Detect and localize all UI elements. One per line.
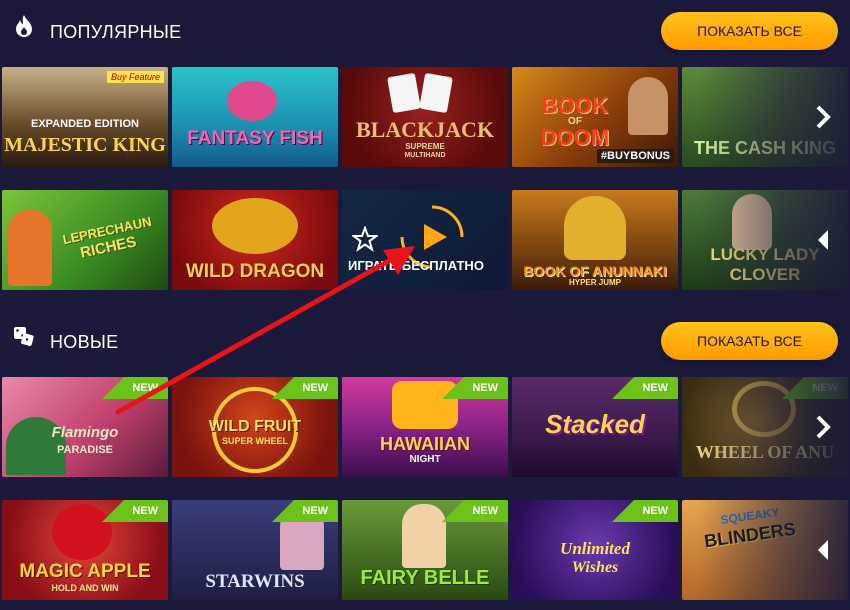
game-title-line: PARADISE [56, 444, 114, 456]
popular-title: ПОПУЛЯРНЫЕ [50, 22, 182, 42]
dice-icon [14, 327, 34, 346]
popular-row-1: Buy Feature EXPANDED EDITION MAJESTIC KI… [0, 67, 850, 170]
game-tile-cash-king[interactable]: THE CASH KING [682, 67, 848, 167]
game-tile-stacked[interactable]: Stacked NEW [512, 377, 678, 477]
game-title-line: SUPER WHEEL [221, 436, 288, 446]
game-title-line: Unlimited [560, 539, 630, 558]
idol-art [564, 196, 626, 260]
game-title-line: WILD FRUIT [208, 418, 302, 435]
octopus-art [227, 81, 277, 121]
game-title-line: WILD DRAGON [185, 261, 325, 282]
fairy-art [402, 504, 446, 568]
game-title-line: FANTASY FISH [187, 128, 323, 149]
new-section-header: НОВЫЕ ПОКАЗАТЬ ВСЕ [0, 310, 850, 370]
game-title-line: MAJESTIC KING [4, 134, 166, 156]
star-favorite-icon[interactable] [352, 226, 378, 252]
new-badge: NEW [272, 500, 338, 522]
game-tile-book-of-doom[interactable]: BOOK OF DOOM #BUYBONUS [512, 67, 678, 167]
character-art [628, 77, 668, 135]
scroll-right-arrow-icon[interactable] [814, 103, 832, 131]
game-tile-fantasy-fish[interactable]: FANTASY FISH [172, 67, 338, 167]
game-title-line: CLOVER [729, 265, 801, 284]
game-title-line: BLACKJACK [355, 117, 495, 142]
dragon-art [212, 198, 298, 254]
scroll-left-arrow-icon[interactable] [814, 226, 832, 254]
game-tile-starwins[interactable]: STARWINS NEW [172, 500, 338, 600]
game-title-line: Stacked [545, 409, 645, 439]
game-tile-magic-apple[interactable]: MAGIC APPLE HOLD AND WIN NEW [2, 500, 168, 600]
new-badge: NEW [612, 500, 678, 522]
game-title-line: Flamingo [51, 424, 119, 441]
leprechaun-art [8, 210, 52, 286]
game-title-line: MULTIHAND [404, 152, 446, 159]
buy-feature-tag: Buy Feature [106, 71, 164, 83]
game-title-line: BOOK OF ANUNNAKI [523, 263, 667, 279]
game-tile-leprechaun-riches[interactable]: LEPRECHAUN RICHES [2, 190, 168, 290]
game-tile-squeaky-blinders[interactable]: SQUEAKY BLINDERS [682, 500, 848, 600]
game-tile-lucky-lady-clover[interactable]: LUCKY LADY CLOVER [682, 190, 848, 290]
tiki-art [392, 381, 458, 429]
popular-row-2: LEPRECHAUN RICHES WILD DRAGON ИГРАТЬ БЕС… [0, 190, 850, 293]
game-title-line: THE CASH KING [693, 138, 836, 158]
new-badge: NEW [612, 377, 678, 399]
game-tile-flamingo-paradise[interactable]: Flamingo PARADISE NEW [2, 377, 168, 477]
game-title-line: SUPREME [405, 142, 445, 151]
game-title-line: WHEEL OF ANU [695, 442, 835, 462]
game-title-line: EXPANDED EDITION [31, 118, 139, 130]
game-title-line: MAGIC APPLE [19, 561, 151, 582]
game-title-line: FAIRY BELLE [360, 567, 490, 589]
scroll-left-arrow-icon[interactable] [814, 536, 832, 564]
lady-art [732, 194, 772, 250]
apple-art [52, 504, 112, 560]
new-row-1: Flamingo PARADISE NEW WILD FRUIT SUPER W… [0, 377, 850, 480]
game-tile-blackjack[interactable]: BLACKJACK SUPREME MULTIHAND [342, 67, 508, 167]
new-show-all-button[interactable]: ПОКАЗАТЬ ВСЕ [661, 322, 838, 360]
new-badge: NEW [782, 377, 848, 399]
game-title-line: HYPER JUMP [568, 278, 621, 287]
game-tile-hawaiian-night[interactable]: HAWAIIAN NIGHT NEW [342, 377, 508, 477]
game-tile-wild-dragon[interactable]: WILD DRAGON [172, 190, 338, 290]
new-title: НОВЫЕ [50, 332, 119, 352]
new-badge: NEW [102, 377, 168, 399]
game-title-line: HAWAIIAN [380, 434, 470, 454]
game-tile-majestic-king[interactable]: Buy Feature EXPANDED EDITION MAJESTIC KI… [2, 67, 168, 167]
game-title-line: Wishes [571, 559, 619, 576]
game-tile-wheel-of-anubis[interactable]: WHEEL OF ANU NEW [682, 377, 848, 477]
card-art [387, 72, 421, 114]
popular-show-all-button[interactable]: ПОКАЗАТЬ ВСЕ [661, 12, 838, 50]
new-badge: NEW [102, 500, 168, 522]
new-badge: NEW [442, 500, 508, 522]
scroll-right-arrow-icon[interactable] [814, 413, 832, 441]
card-art [419, 72, 453, 114]
play-free-label[interactable]: ИГРАТЬ БЕСПЛАТНО [348, 258, 484, 273]
game-title-line: NIGHT [409, 454, 441, 465]
buybonus-tag: #BUYBONUS [596, 149, 674, 163]
game-tile-wild-fruit[interactable]: WILD FRUIT SUPER WHEEL NEW [172, 377, 338, 477]
game-title-line: STARWINS [205, 571, 305, 592]
new-badge: NEW [272, 377, 338, 399]
fire-icon [16, 15, 32, 37]
popular-section-header: ПОПУЛЯРНЫЕ ПОКАЗАТЬ ВСЕ [0, 0, 850, 60]
wheel-art [732, 381, 796, 437]
game-tile-unlimited-wishes[interactable]: Unlimited Wishes NEW [512, 500, 678, 600]
game-tile-fairy-belle[interactable]: FAIRY BELLE NEW [342, 500, 508, 600]
game-tile-hovered[interactable]: ИГРАТЬ БЕСПЛАТНО [342, 190, 508, 290]
game-tile-book-of-anunnaki[interactable]: BOOK OF ANUNNAKI HYPER JUMP [512, 190, 678, 290]
game-title-line: HOLD AND WIN [51, 583, 119, 593]
new-row-2: MAGIC APPLE HOLD AND WIN NEW STARWINS NE… [0, 500, 850, 603]
